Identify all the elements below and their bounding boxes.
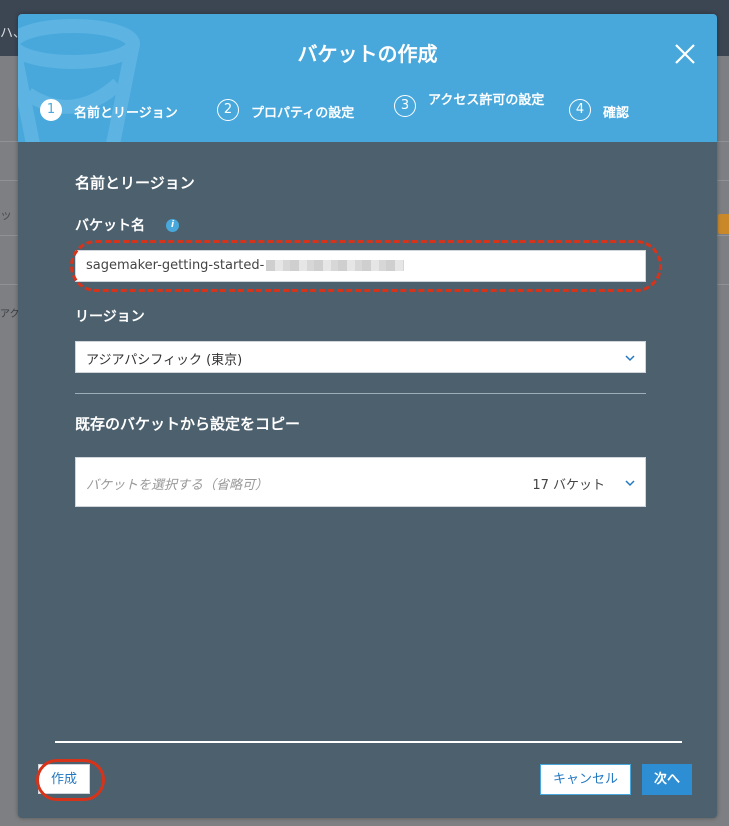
bucket-name-label: バケット名: [75, 218, 145, 234]
step-label: 名前とリージョン: [74, 106, 178, 121]
divider: [75, 393, 646, 394]
step-label: 確認: [603, 106, 630, 121]
background-side-fragment: アク: [0, 309, 20, 320]
background-field-fragment: ッ: [0, 208, 13, 222]
bucket-watermark-icon: [18, 19, 140, 142]
step-number: 3: [394, 95, 416, 117]
copy-bucket-select[interactable]: バケットを選択する（省略可） 17 バケット: [75, 457, 646, 507]
modal-header: バケットの作成 1 名前とリージョン 2 プロパティの設定 3 アクセス許可の設…: [18, 14, 717, 142]
bucket-name-input[interactable]: sagemaker-getting-started-: [75, 250, 646, 282]
footer-divider: [55, 741, 682, 743]
region-selected-value: アジアパシフィック (東京): [86, 353, 243, 368]
step-number: 1: [40, 99, 62, 121]
step-number: 2: [217, 99, 239, 121]
region-label: リージョン: [75, 309, 145, 325]
close-button[interactable]: [673, 42, 697, 66]
section-title: 名前とリージョン: [75, 174, 195, 192]
modal-title: バケットの作成: [297, 42, 438, 66]
chevron-down-icon: [625, 355, 635, 362]
bucket-name-value: sagemaker-getting-started-: [86, 258, 265, 273]
create-button[interactable]: 作成: [38, 764, 90, 794]
background-badge: [718, 214, 729, 234]
copy-settings-title: 既存のバケットから設定をコピー: [75, 415, 301, 433]
step-number: 4: [569, 99, 591, 121]
chevron-down-icon: [625, 480, 635, 487]
close-icon: [675, 44, 695, 64]
step-label: アクセス許可の設定: [428, 93, 545, 108]
next-button[interactable]: 次へ: [642, 764, 692, 795]
cancel-button[interactable]: キャンセル: [540, 764, 631, 795]
region-select[interactable]: アジアパシフィック (東京): [75, 341, 646, 373]
info-icon[interactable]: i: [166, 219, 179, 232]
redacted-text: [266, 260, 405, 271]
copy-bucket-placeholder: バケットを選択する（省略可）: [86, 478, 269, 493]
create-bucket-modal: バケットの作成 1 名前とリージョン 2 プロパティの設定 3 アクセス許可の設…: [18, 14, 717, 818]
bucket-count: 17 バケット: [532, 478, 605, 493]
step-label: プロパティの設定: [251, 106, 355, 121]
